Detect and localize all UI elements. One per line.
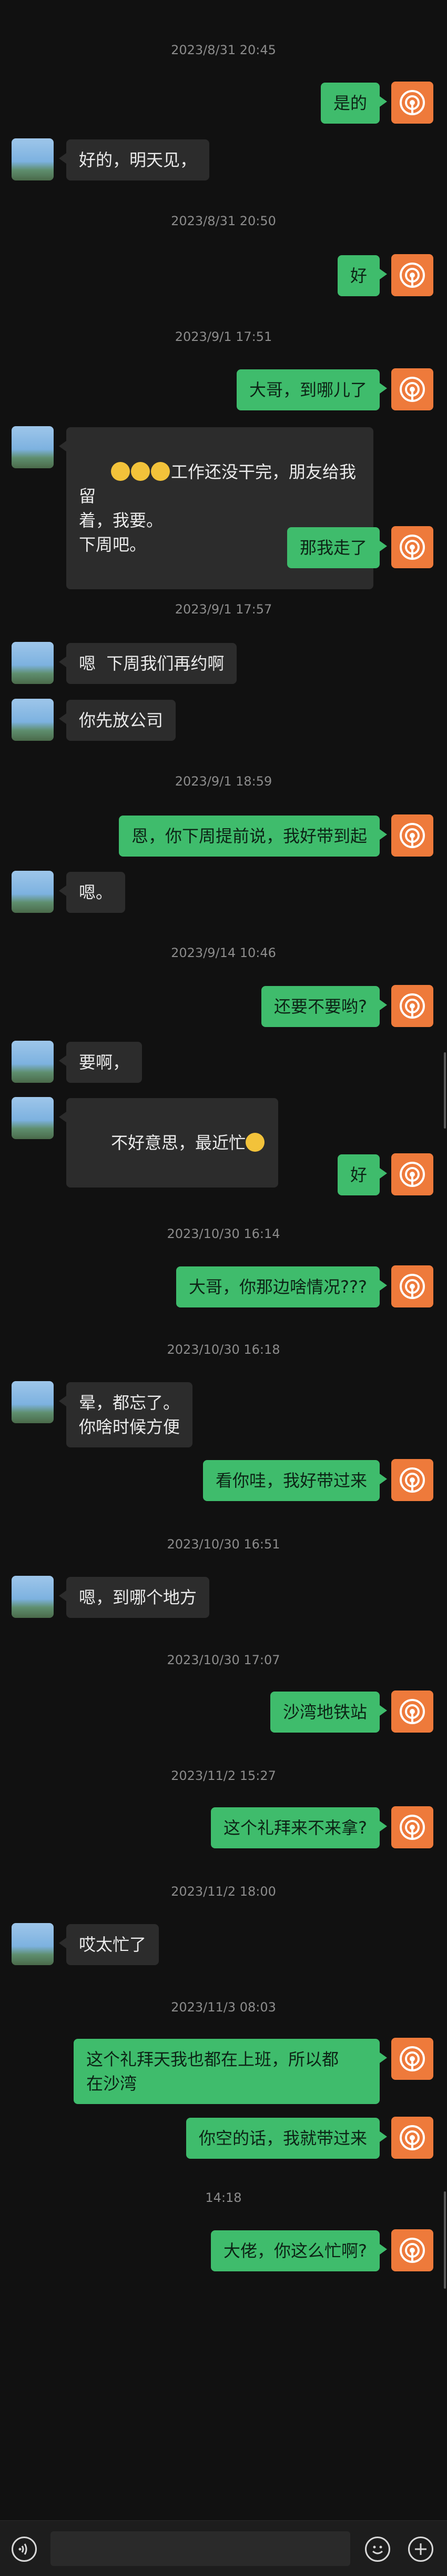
- avatar[interactable]: [12, 1381, 54, 1423]
- avatar[interactable]: [12, 642, 54, 684]
- voice-icon[interactable]: [12, 2537, 37, 2562]
- avatar[interactable]: [12, 138, 54, 180]
- message-row: 你先放公司: [0, 699, 447, 746]
- message-bubble[interactable]: 你先放公司: [58, 700, 176, 741]
- message-bubble[interactable]: 要啊，: [58, 1042, 143, 1083]
- podcast-icon[interactable]: [391, 1459, 433, 1501]
- message-row: 要啊，: [0, 1041, 447, 1088]
- message-bubble[interactable]: 晕，都忘了。 你啥时候方便: [58, 1382, 193, 1447]
- message-bubble[interactable]: 是的: [320, 83, 388, 124]
- podcast-icon[interactable]: [391, 2229, 433, 2271]
- message-row: 工作还没干完，朋友给我留 着，我要。 下周吧。: [0, 426, 447, 589]
- message-row: 还要不要哟?: [0, 985, 447, 1032]
- message-text: 不好意思，最近忙: [111, 1133, 246, 1153]
- message-row: 恩，你下周提前说，我好带到起: [0, 814, 447, 862]
- message-bubble[interactable]: 大佬，你这么忙啊?: [211, 2230, 387, 2271]
- avatar[interactable]: [12, 1097, 54, 1139]
- avatar[interactable]: [12, 1923, 54, 1965]
- timestamp: 2023/9/1 17:57: [175, 602, 272, 617]
- timestamp: 2023/10/30 16:14: [167, 1226, 280, 1241]
- message-bubble[interactable]: 那我走了: [287, 527, 388, 568]
- message-row: 好: [0, 1153, 447, 1201]
- timestamp: 2023/9/1 18:59: [175, 774, 272, 789]
- avatar[interactable]: [12, 1576, 54, 1618]
- emoji-icon: [151, 462, 170, 481]
- message-row: 沙湾地铁站: [0, 1690, 447, 1738]
- message-bubble[interactable]: 嗯 下周我们再约啊: [58, 643, 237, 684]
- message-row: 大哥，你那边啥情况???: [0, 1265, 447, 1313]
- message-row: 哎太忙了: [0, 1923, 447, 1970]
- message-row: 晕，都忘了。 你啥时候方便: [0, 1381, 447, 1450]
- message-bubble[interactable]: 看你哇，我好带过来: [202, 1460, 388, 1501]
- podcast-icon[interactable]: [391, 254, 433, 296]
- message-row: 大哥，到哪儿了: [0, 368, 447, 416]
- message-bubble[interactable]: 好: [337, 1154, 388, 1195]
- message-input[interactable]: [50, 2531, 350, 2566]
- podcast-icon[interactable]: [391, 2117, 433, 2159]
- message-row: 你空的话，我就带过来: [0, 2117, 447, 2164]
- avatar[interactable]: [12, 871, 54, 913]
- podcast-icon[interactable]: [391, 814, 433, 857]
- timestamp: 2023/8/31 20:45: [171, 43, 276, 57]
- message-bubble[interactable]: 还要不要哟?: [261, 986, 387, 1027]
- input-bar: [0, 2520, 447, 2576]
- podcast-icon[interactable]: [391, 526, 433, 568]
- timestamp: 2023/10/30 16:18: [167, 1342, 280, 1357]
- message-row: 嗯，到哪个地方: [0, 1576, 447, 1623]
- timestamp: 2023/8/31 20:50: [171, 214, 276, 228]
- emoji-icon[interactable]: [365, 2537, 390, 2562]
- message-bubble[interactable]: 好: [337, 255, 388, 296]
- message-row: 大佬，你这么忙啊?: [0, 2229, 447, 2277]
- emoji-icon: [246, 1133, 265, 1152]
- message-bubble[interactable]: 嗯。: [58, 872, 126, 913]
- podcast-icon[interactable]: [391, 368, 433, 410]
- message-bubble[interactable]: 沙湾地铁站: [270, 1692, 388, 1733]
- emoji-icon: [111, 462, 130, 481]
- podcast-icon[interactable]: [391, 1806, 433, 1848]
- message-row: 这个礼拜来不来拿?: [0, 1806, 447, 1854]
- timestamp: 2023/9/14 10:46: [171, 945, 276, 960]
- message-row: 这个礼拜天我也都在上班，所以都 在沙湾: [0, 2038, 447, 2106]
- message-row: 好: [0, 254, 447, 301]
- podcast-icon[interactable]: [391, 1690, 433, 1733]
- timestamp: 2023/9/1 17:51: [175, 329, 272, 344]
- plus-icon[interactable]: [408, 2537, 433, 2562]
- message-bubble[interactable]: 哎太忙了: [58, 1924, 159, 1965]
- podcast-icon[interactable]: [391, 1153, 433, 1195]
- message-bubble[interactable]: 这个礼拜来不来拿?: [211, 1807, 387, 1848]
- message-row: 那我走了: [0, 526, 447, 573]
- message-bubble[interactable]: 好的，明天见，: [58, 139, 210, 180]
- avatar[interactable]: [12, 426, 54, 468]
- message-bubble[interactable]: 你空的话，我就带过来: [186, 2118, 388, 2159]
- timestamp: 2023/11/3 08:03: [171, 2000, 276, 2015]
- message-bubble[interactable]: 大哥，你那边啥情况???: [176, 1266, 387, 1307]
- message-row: 好的，明天见，: [0, 138, 447, 186]
- timestamp: 2023/10/30 16:51: [167, 1537, 280, 1552]
- scrollbar[interactable]: [444, 2191, 446, 2289]
- message-bubble[interactable]: 恩，你下周提前说，我好带到起: [118, 816, 388, 857]
- message-row: 看你哇，我好带过来: [0, 1459, 447, 1506]
- podcast-icon[interactable]: [391, 82, 433, 124]
- avatar[interactable]: [12, 1041, 54, 1083]
- timestamp: 2023/11/2 18:00: [171, 1884, 276, 1899]
- message-row: 是的: [0, 82, 447, 129]
- scrollbar[interactable]: [444, 1052, 446, 1129]
- message-row: 嗯。: [0, 871, 447, 918]
- podcast-icon[interactable]: [391, 985, 433, 1027]
- message-row: 嗯 下周我们再约啊: [0, 642, 447, 689]
- timestamp: 2023/11/2 15:27: [171, 1768, 276, 1783]
- chat-history[interactable]: 2023/8/31 20:45 2023/8/31 20:50 2023/9/1…: [0, 0, 447, 2520]
- emoji-icon: [131, 462, 150, 481]
- podcast-icon[interactable]: [391, 1265, 433, 1307]
- message-bubble[interactable]: 嗯，到哪个地方: [58, 1577, 210, 1618]
- message-bubble[interactable]: 大哥，到哪儿了: [236, 369, 388, 410]
- timestamp: 2023/10/30 17:07: [167, 1653, 280, 1667]
- timestamp: 14:18: [205, 2190, 242, 2205]
- avatar[interactable]: [12, 699, 54, 741]
- message-bubble[interactable]: 这个礼拜天我也都在上班，所以都 在沙湾: [74, 2039, 387, 2104]
- message-row: 不好意思，最近忙: [0, 1097, 447, 1188]
- podcast-icon[interactable]: [391, 2038, 433, 2080]
